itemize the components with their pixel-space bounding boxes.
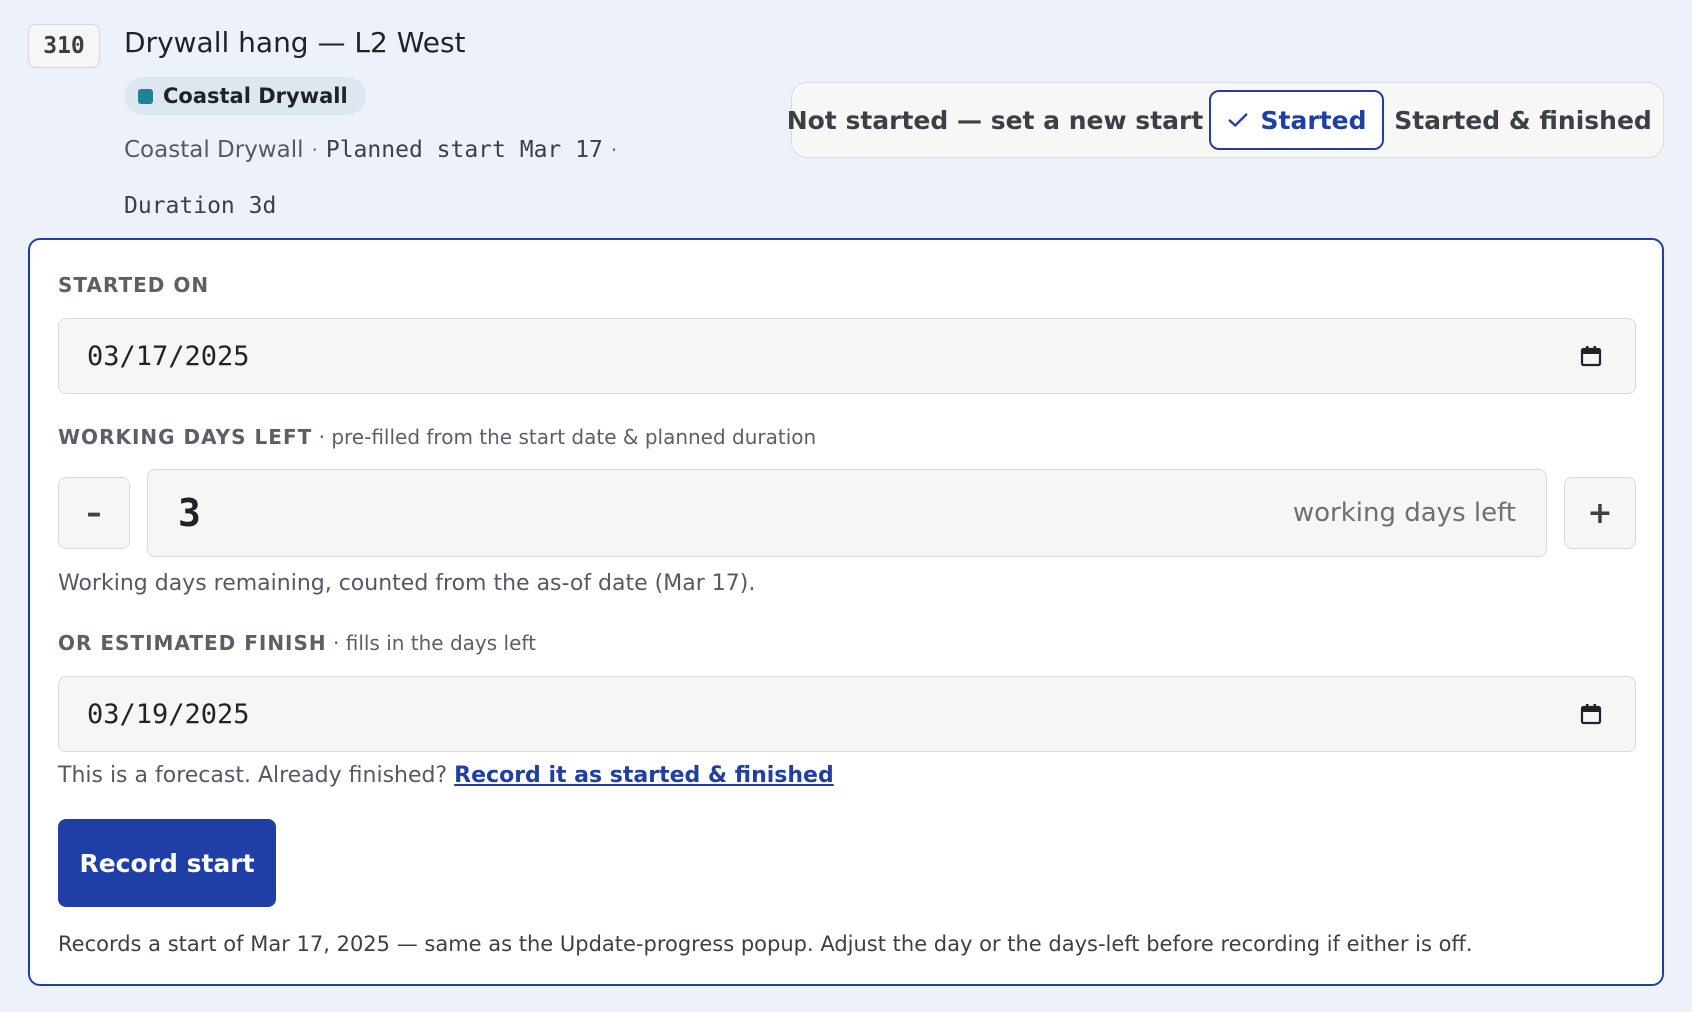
record-finished-link[interactable]: Record it as started & finished bbox=[454, 763, 834, 788]
check-icon bbox=[1228, 113, 1247, 127]
increment-days-button[interactable]: + bbox=[1564, 477, 1636, 549]
started-on-value: 03/17/2025 bbox=[87, 340, 250, 372]
task-meta: Coastal Drywall · Planned start Mar 17 · Du… bbox=[124, 122, 644, 234]
meta-crew: Coastal Drywall bbox=[124, 137, 304, 163]
forecast-note: This is a forecast. Already finished? Re… bbox=[58, 763, 834, 788]
estimated-finish-value: 03/19/2025 bbox=[87, 698, 250, 730]
meta-separator: · bbox=[610, 138, 618, 162]
status-started-finished-button[interactable]: Started & finished bbox=[1387, 90, 1659, 150]
forecast-note-text: This is a forecast. Already finished? bbox=[58, 763, 448, 788]
decrement-days-button[interactable]: – bbox=[58, 477, 130, 549]
meta-planned-start: Planned start Mar 17 bbox=[325, 137, 603, 163]
working-days-input[interactable]: 3 working days left bbox=[147, 469, 1547, 557]
started-on-label: STARTED ON bbox=[58, 273, 210, 297]
crew-color-swatch bbox=[138, 88, 153, 104]
estimated-finish-hint: · fills in the days left bbox=[333, 631, 536, 655]
started-on-input[interactable]: 03/17/2025 bbox=[58, 318, 1636, 394]
working-days-label: WORKING DAYS LEFT · pre-filled from the … bbox=[58, 425, 817, 449]
calendar-icon[interactable] bbox=[1579, 702, 1603, 726]
meta-duration: Duration 3d bbox=[124, 193, 277, 219]
task-header: 310 Drywall hang — L2 West Coastal Drywa… bbox=[0, 0, 1692, 230]
record-start-form: STARTED ON 03/17/2025 WORKING DAYS LEFT … bbox=[28, 238, 1664, 986]
status-started-label: Started bbox=[1260, 105, 1367, 135]
crew-chip-label: Coastal Drywall bbox=[163, 84, 348, 108]
working-days-help: Working days remaining, counted from the… bbox=[58, 571, 756, 596]
crew-chip: Coastal Drywall bbox=[124, 77, 366, 115]
working-days-unit: working days left bbox=[1292, 498, 1516, 528]
status-not-started-button[interactable]: Not started — set a new start bbox=[787, 90, 1204, 150]
task-id-badge: 310 bbox=[28, 24, 100, 68]
status-started-button[interactable]: Started bbox=[1209, 90, 1384, 150]
calendar-icon[interactable] bbox=[1579, 344, 1603, 368]
status-toggle: Not started — set a new start Started St… bbox=[787, 82, 1664, 158]
working-days-hint: · pre-filled from the start date & plann… bbox=[318, 425, 817, 449]
estimated-finish-label: OR ESTIMATED FINISH · fills in the days … bbox=[58, 631, 536, 655]
working-days-value: 3 bbox=[178, 491, 201, 535]
record-start-footnote: Records a start of Mar 17, 2025 — same a… bbox=[58, 932, 1473, 956]
record-start-button[interactable]: Record start bbox=[58, 819, 276, 907]
meta-separator: · bbox=[311, 138, 318, 162]
estimated-finish-input[interactable]: 03/19/2025 bbox=[58, 676, 1636, 752]
task-title: Drywall hang — L2 West bbox=[124, 26, 466, 59]
